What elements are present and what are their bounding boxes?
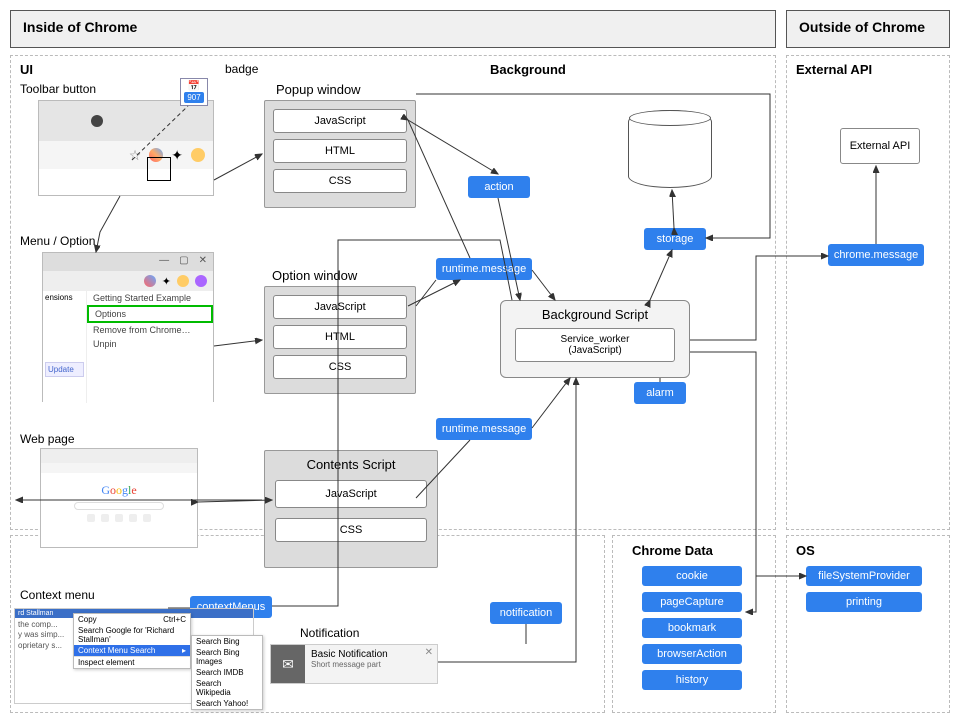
badge-box: 📅 907 (180, 78, 208, 106)
chrome-data-title: Chrome Data (632, 543, 713, 558)
region-outside-title: Outside of Chrome (787, 11, 949, 43)
api-runtime-msg-1: runtime.message (436, 258, 532, 280)
notification-card: ✉ Basic Notification Short message part … (270, 644, 438, 684)
background-title: Background (490, 62, 566, 77)
option-html: HTML (273, 325, 407, 349)
api-notification: notification (490, 602, 562, 624)
toolbar-mini: ☆ ✦ (38, 100, 214, 196)
bg-script-title: Background Script (501, 301, 689, 322)
external-api-title: External API (796, 62, 872, 77)
popup-html: HTML (273, 139, 407, 163)
cd-browserAction: browserAction (642, 644, 742, 664)
context-menu-label: Context menu (20, 588, 95, 602)
contents-title: Contents Script (265, 451, 437, 476)
web-page-label: Web page (20, 432, 75, 446)
api-alarm: alarm (634, 382, 686, 404)
api-action: action (468, 176, 530, 198)
os-area (786, 535, 950, 713)
contents-js: JavaScript (275, 480, 427, 508)
region-inside-title: Inside of Chrome (11, 11, 775, 43)
cd-cookie: cookie (642, 566, 742, 586)
popup-panel: JavaScript HTML CSS (264, 100, 416, 208)
popup-js: JavaScript (273, 109, 407, 133)
os-printing: printing (806, 592, 922, 612)
option-window-label: Option window (272, 268, 357, 283)
api-chrome-msg: chrome.message (828, 244, 924, 266)
context-menu-sample: rd Stallman the comp...y was simp...opri… (14, 608, 254, 704)
data-cylinder (628, 110, 712, 188)
region-inside-chrome: Inside of Chrome (10, 10, 776, 48)
os-fsp: fileSystemProvider (806, 566, 922, 586)
option-panel: JavaScript HTML CSS (264, 286, 416, 394)
external-api-area (786, 55, 950, 530)
option-css: CSS (273, 355, 407, 379)
api-runtime-msg-2: runtime.message (436, 418, 532, 440)
cd-history: history (642, 670, 742, 690)
contents-css: CSS (275, 518, 427, 542)
os-title: OS (796, 543, 815, 558)
cd-pageCapture: pageCapture (642, 592, 742, 612)
contents-panel: Contents Script JavaScript CSS (264, 450, 438, 568)
webpage-mini: Google (40, 448, 198, 548)
popup-window-label: Popup window (276, 82, 361, 97)
notification-label: Notification (300, 626, 359, 640)
bg-script-panel: Background Script Service_worker (JavaSc… (500, 300, 690, 378)
external-api-box: External API (840, 128, 920, 164)
cd-bookmark: bookmark (642, 618, 742, 638)
badge-number: 907 (184, 92, 203, 103)
menu-mini: —▢✕ ✦ ensions Update Getting Started Exa… (42, 252, 214, 402)
option-js: JavaScript (273, 295, 407, 319)
api-storage: storage (644, 228, 706, 250)
region-outside-chrome: Outside of Chrome (786, 10, 950, 48)
toolbar-button-label: Toolbar button (20, 82, 96, 96)
menu-option-label: Menu / Option (20, 234, 95, 248)
menu-options-item[interactable]: Options (87, 305, 213, 323)
popup-css: CSS (273, 169, 407, 193)
service-worker-box: Service_worker (JavaScript) (515, 328, 675, 362)
ui-title: UI (20, 62, 33, 77)
badge-label: badge (225, 62, 258, 76)
